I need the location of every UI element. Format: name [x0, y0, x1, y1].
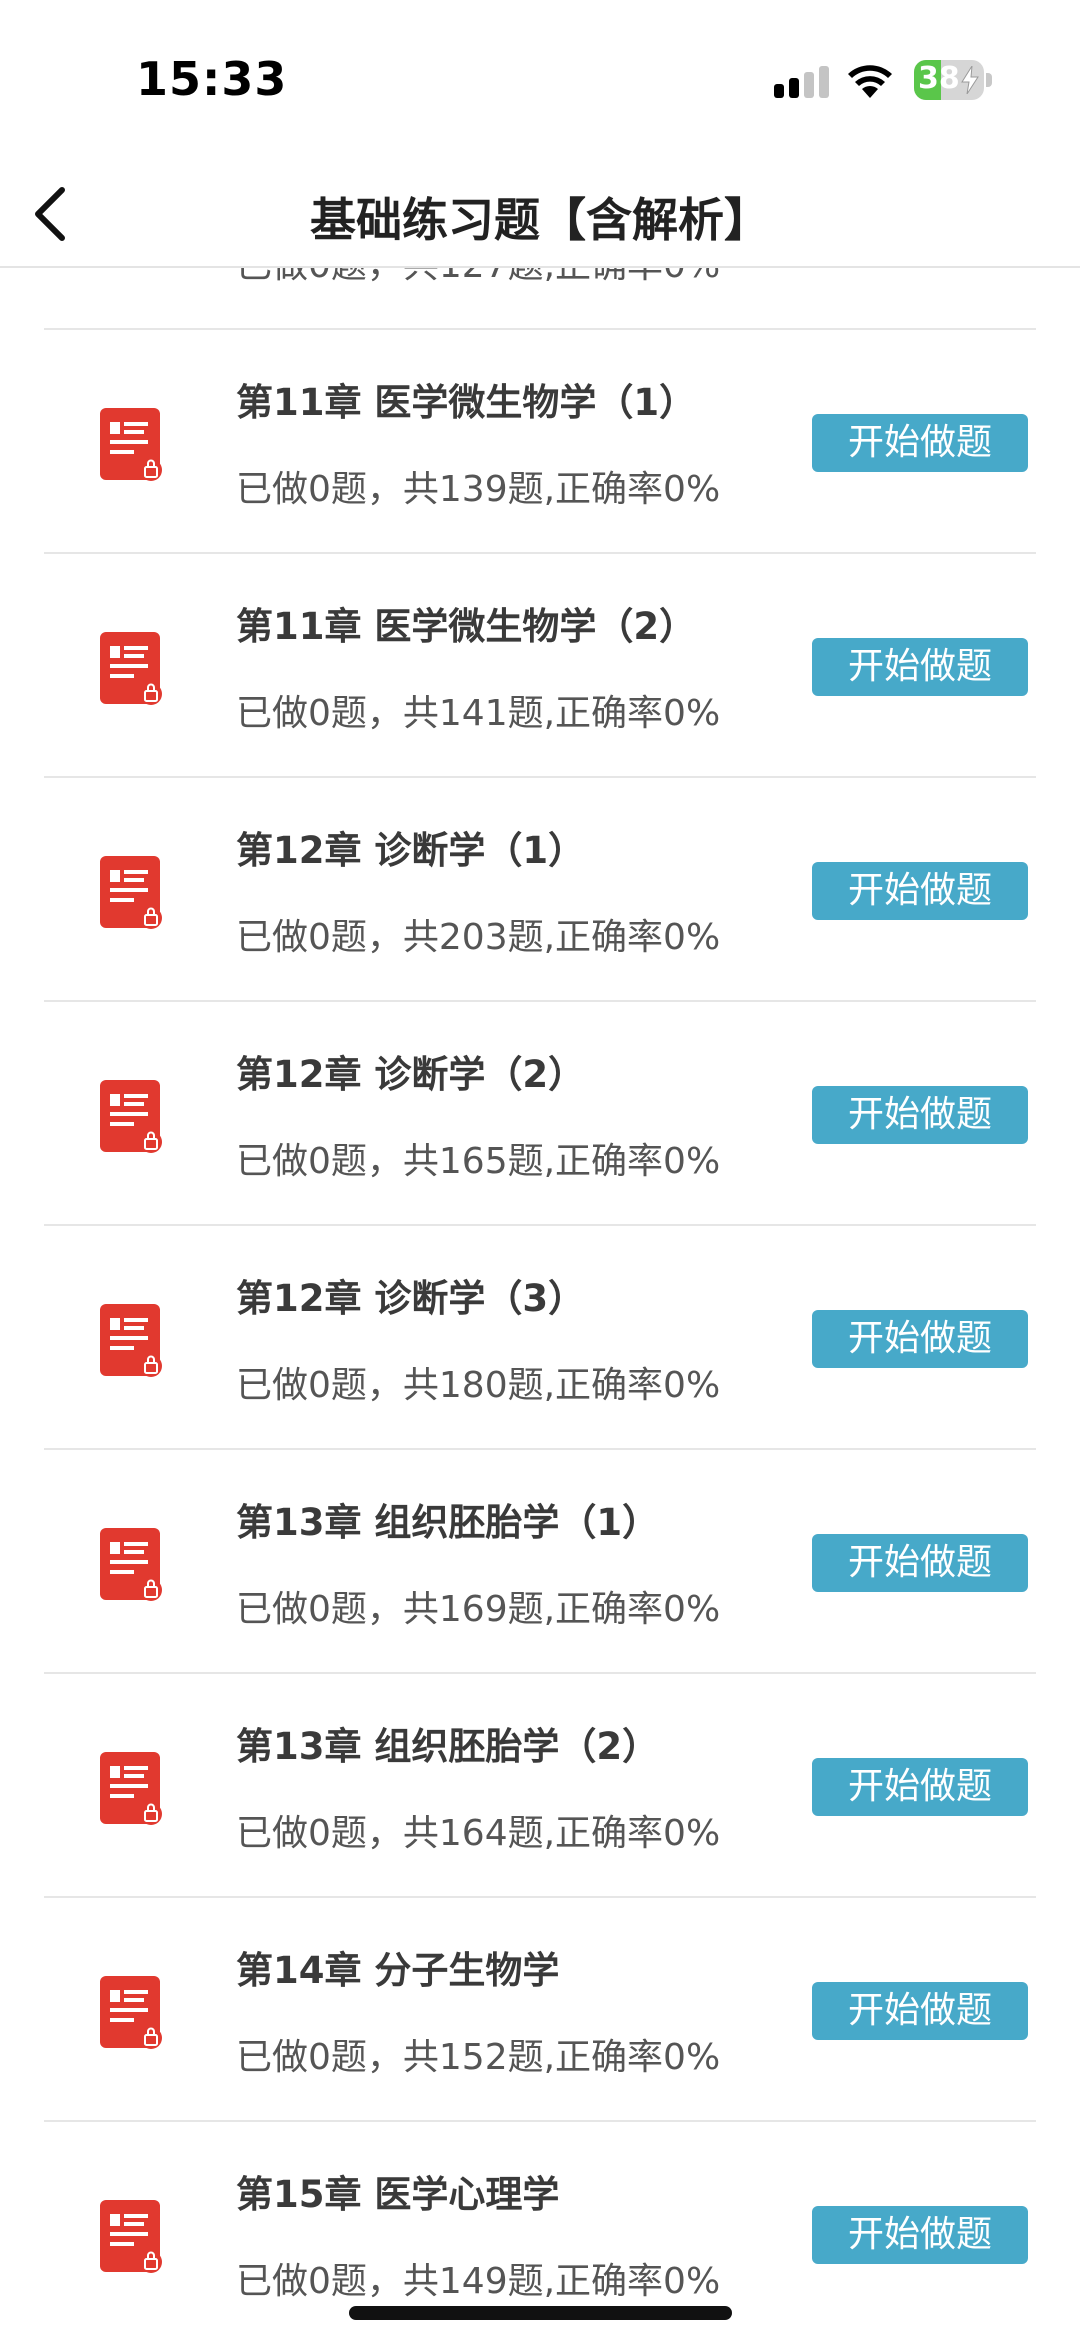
- wifi-icon: [848, 65, 892, 98]
- list-item[interactable]: 第14章 分子生物学 已做0题，共152题,正确率0% 开始做题: [44, 1898, 1036, 2122]
- start-practice-button[interactable]: 开始做题: [812, 1534, 1028, 1592]
- list-item[interactable]: 第11章 医学微生物学（1） 已做0题，共139题,正确率0% 开始做题: [44, 330, 1036, 554]
- list-item[interactable]: 第12章 诊断学（3） 已做0题，共180题,正确率0% 开始做题: [44, 1226, 1036, 1450]
- status-time: 15:33: [136, 52, 288, 106]
- item-title: 第13章 组织胚胎学（2）: [236, 1725, 660, 1768]
- locked-document-icon: [100, 2200, 162, 2273]
- item-stats: 已做0题，共141题,正确率0%: [236, 693, 721, 734]
- locked-document-icon: [100, 1752, 162, 1825]
- item-title: 第12章 诊断学（3）: [236, 1277, 586, 1320]
- item-title: 第11章 医学微生物学（1）: [236, 381, 697, 424]
- item-stats: 已做0题，共203题,正确率0%: [236, 917, 721, 958]
- start-practice-button[interactable]: 开始做题: [812, 414, 1028, 472]
- start-practice-button[interactable]: 开始做题: [812, 638, 1028, 696]
- signal-icon: [774, 66, 830, 98]
- item-stats: 已做0题，共164题,正确率0%: [236, 1813, 721, 1854]
- item-title: 第12章 诊断学（1）: [236, 829, 586, 872]
- item-stats: 已做0题，共149题,正确率0%: [236, 2261, 721, 2302]
- list-item[interactable]: 第13章 组织胚胎学（2） 已做0题，共164题,正确率0% 开始做题: [44, 1674, 1036, 1898]
- item-stats: 已做0题，共169题,正确率0%: [236, 1589, 721, 1630]
- start-practice-button[interactable]: 开始做题: [812, 1310, 1028, 1368]
- locked-document-icon: [100, 1080, 162, 1153]
- item-stats: 已做0题，共180题,正确率0%: [236, 1365, 721, 1406]
- locked-document-icon: [100, 1976, 162, 2049]
- start-practice-button[interactable]: 开始做题: [812, 1982, 1028, 2040]
- start-practice-button[interactable]: 开始做题: [812, 1086, 1028, 1144]
- page-title: 基础练习题【含解析】: [310, 193, 770, 247]
- item-title: 第12章 诊断学（2）: [236, 1053, 586, 1096]
- item-title: 第14章 分子生物学: [236, 1949, 560, 1992]
- start-practice-button[interactable]: 开始做题: [812, 862, 1028, 920]
- locked-document-icon: [100, 856, 162, 929]
- start-practice-button[interactable]: 开始做题: [812, 1758, 1028, 1816]
- status-bar: 15:33 38: [0, 0, 1080, 160]
- locked-document-icon: [100, 1528, 162, 1601]
- nav-bar: 基础练习题【含解析】: [0, 160, 1080, 268]
- exercise-list: 已做0题，共127题,正确率0% 第11章 医学微生物学（1） 已做0题，共13…: [0, 268, 1080, 2341]
- start-practice-button[interactable]: 开始做题: [812, 2206, 1028, 2264]
- list-item[interactable]: 第11章 医学微生物学（2） 已做0题，共141题,正确率0% 开始做题: [44, 554, 1036, 778]
- item-stats: 已做0题，共152题,正确率0%: [236, 2037, 721, 2078]
- item-stats: 已做0题，共139题,正确率0%: [236, 469, 721, 510]
- charging-bolt-icon: [961, 66, 979, 94]
- battery-icon: 38: [914, 60, 992, 100]
- list-item[interactable]: 第12章 诊断学（1） 已做0题，共203题,正确率0% 开始做题: [44, 778, 1036, 1002]
- list-item[interactable]: 第12章 诊断学（2） 已做0题，共165题,正确率0% 开始做题: [44, 1002, 1036, 1226]
- item-stats: 已做0题，共165题,正确率0%: [236, 1141, 721, 1182]
- list-item[interactable]: 第13章 组织胚胎学（1） 已做0题，共169题,正确率0% 开始做题: [44, 1450, 1036, 1674]
- item-title: 第15章 医学心理学: [236, 2173, 560, 2216]
- item-title: 第11章 医学微生物学（2）: [236, 605, 697, 648]
- screen: 15:33 38 基础练习题【含解析】 第11章 医学微生物学（1） 已做0题，…: [0, 0, 1080, 2341]
- home-indicator[interactable]: [349, 2306, 732, 2320]
- locked-document-icon: [100, 632, 162, 705]
- locked-document-icon: [100, 408, 162, 481]
- item-title: 第13章 组织胚胎学（1）: [236, 1501, 660, 1544]
- list-item-partial[interactable]: 已做0题，共127题,正确率0%: [44, 268, 1036, 330]
- item-stats: 已做0题，共127题,正确率0%: [236, 268, 720, 288]
- battery-percent: 38: [918, 61, 960, 96]
- locked-document-icon: [100, 1304, 162, 1377]
